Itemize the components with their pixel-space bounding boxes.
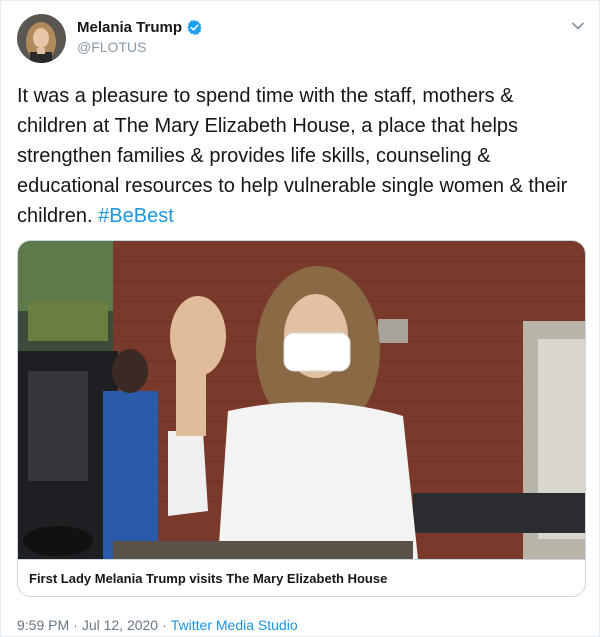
verified-badge-icon: [186, 19, 203, 36]
tweet-source-link[interactable]: Twitter Media Studio: [171, 617, 298, 633]
tweet-metadata: 9:59 PM · Jul 12, 2020 · Twitter Media S…: [17, 617, 298, 633]
video-caption-bar[interactable]: First Lady Melania Trump visits The Mary…: [18, 559, 585, 596]
author-handle[interactable]: @FLOTUS: [77, 39, 146, 55]
video-caption: First Lady Melania Trump visits The Mary…: [29, 570, 388, 586]
author-name-row[interactable]: Melania Trump: [77, 19, 203, 36]
author-display-name[interactable]: Melania Trump: [77, 19, 182, 36]
video-thumbnail[interactable]: [18, 241, 585, 559]
chevron-down-icon[interactable]: [569, 17, 587, 35]
meta-separator: ·: [73, 617, 78, 633]
tweet-time[interactable]: 9:59 PM: [17, 617, 69, 633]
avatar[interactable]: [17, 14, 66, 63]
tweet-text: It was a pleasure to spend time with the…: [17, 81, 587, 231]
hashtag-link[interactable]: #BeBest: [98, 205, 174, 227]
meta-separator-2: ·: [162, 617, 167, 633]
tweet-date[interactable]: Jul 12, 2020: [82, 617, 158, 633]
tweet-card: Melania Trump @FLOTUS It was a pleasure …: [0, 0, 600, 637]
video-card[interactable]: First Lady Melania Trump visits The Mary…: [17, 240, 586, 597]
